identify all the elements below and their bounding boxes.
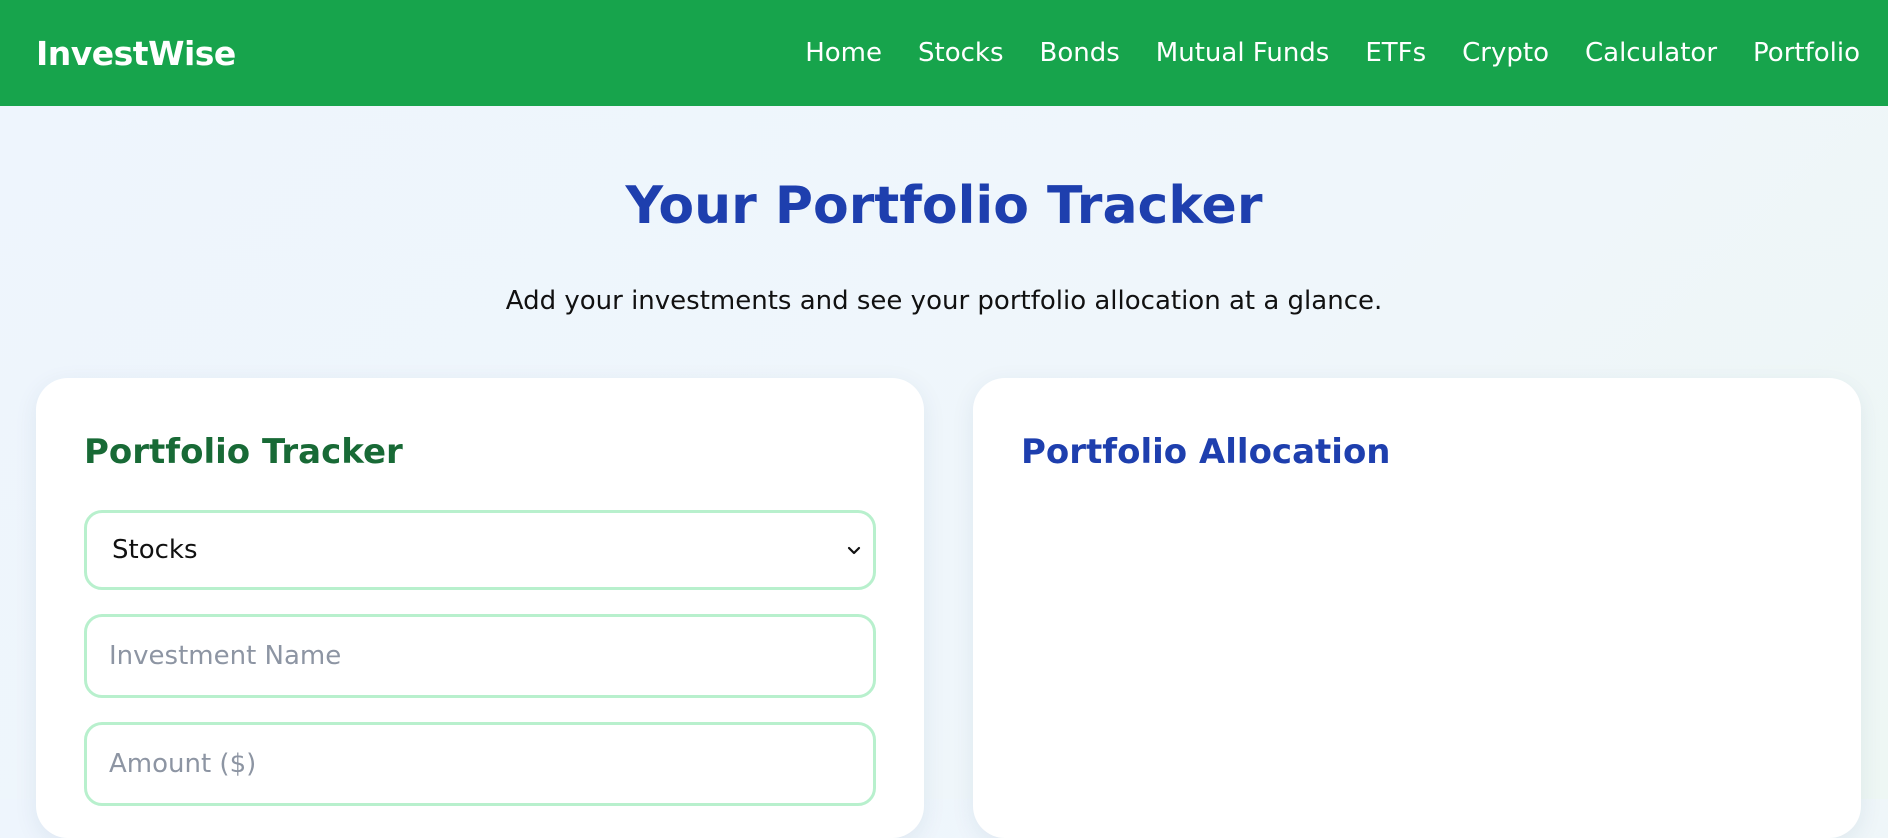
amount-input[interactable]: Amount ($) [84,722,876,806]
investment-type-select[interactable]: Stocks [84,510,876,590]
brand-logo[interactable]: InvestWise [36,34,236,73]
nav-link-etfs[interactable]: ETFs [1365,38,1426,68]
tracker-title: Portfolio Tracker [84,432,403,472]
allocation-title: Portfolio Allocation [1021,432,1391,472]
nav-links: Home Stocks Bonds Mutual Funds ETFs Cryp… [805,38,1860,68]
nav-link-stocks[interactable]: Stocks [918,38,1004,68]
nav-link-bonds[interactable]: Bonds [1040,38,1120,68]
nav-link-portfolio[interactable]: Portfolio [1753,38,1860,68]
navbar: InvestWise Home Stocks Bonds Mutual Fund… [0,0,1888,106]
hero-section: Your Portfolio Tracker Add your investme… [0,168,1888,321]
nav-link-mutual-funds[interactable]: Mutual Funds [1156,38,1330,68]
nav-link-calculator[interactable]: Calculator [1585,38,1717,68]
page-subtitle: Add your investments and see your portfo… [505,286,1383,316]
page-title: Your Portfolio Tracker [625,176,1263,236]
nav-link-crypto[interactable]: Crypto [1462,38,1549,68]
investment-name-input[interactable]: Investment Name [84,614,876,698]
portfolio-tracker-card: Portfolio Tracker Stocks Investment Name… [36,378,924,838]
chevron-down-icon [843,539,865,561]
investment-type-value: Stocks [112,535,198,565]
portfolio-allocation-card: Portfolio Allocation [973,378,1861,838]
nav-link-home[interactable]: Home [805,38,882,68]
amount-placeholder: Amount ($) [109,749,257,779]
investment-name-placeholder: Investment Name [109,641,342,671]
